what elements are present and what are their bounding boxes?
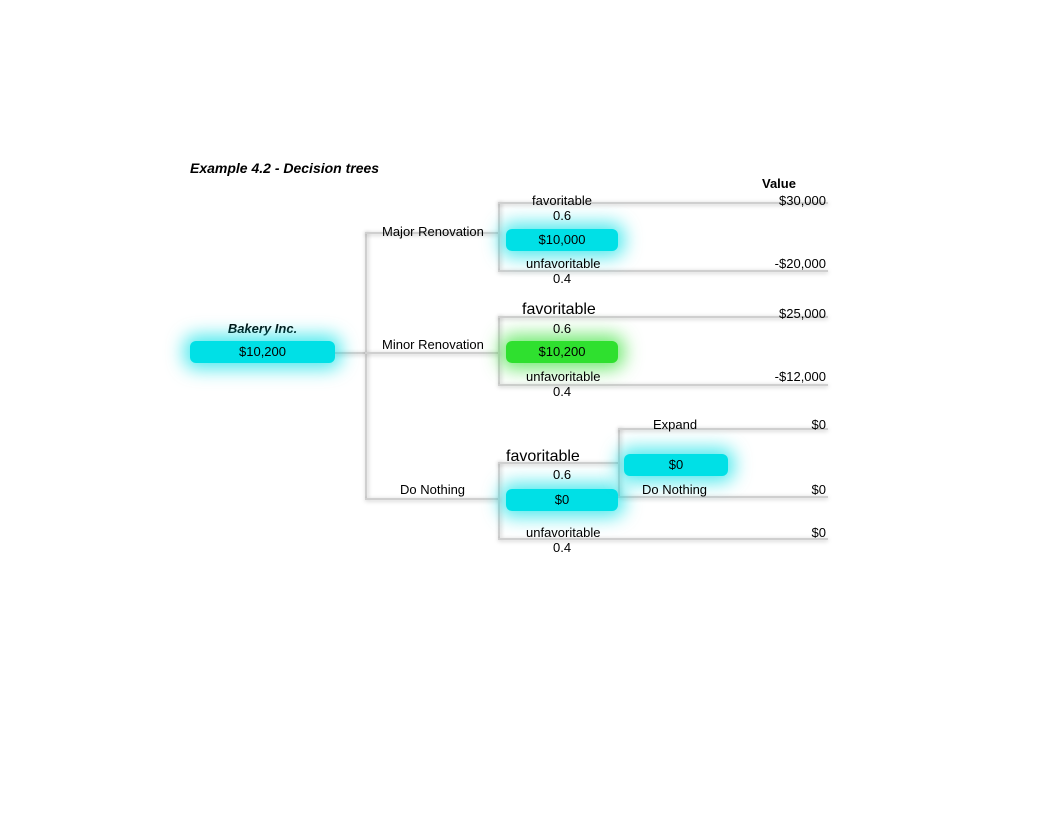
major-node: $10,000: [506, 229, 618, 251]
root-node: $10,200: [190, 341, 335, 363]
major-fav-label: favoritable: [532, 193, 592, 208]
nothing-unfav-value: $0: [746, 525, 826, 540]
nothing-sub-donothing-label: Do Nothing: [642, 482, 707, 497]
connector: [365, 232, 367, 498]
major-fav-value: $30,000: [746, 193, 826, 208]
diagram-title: Example 4.2 - Decision trees: [190, 160, 379, 176]
major-label: Major Renovation: [382, 224, 484, 239]
nothing-sub-node: $0: [624, 454, 728, 476]
nothing-sub-expand-value: $0: [746, 417, 826, 432]
minor-label: Minor Renovation: [382, 337, 484, 352]
major-fav-prob: 0.6: [553, 208, 571, 223]
connector: [365, 498, 500, 500]
major-unfav-prob: 0.4: [553, 271, 571, 286]
major-unfav-value: -$20,000: [746, 256, 826, 271]
minor-node: $10,200: [506, 341, 618, 363]
minor-fav-value: $25,000: [746, 306, 826, 321]
nothing-node: $0: [506, 489, 618, 511]
nothing-sub-donothing-value: $0: [746, 482, 826, 497]
root-title: Bakery Inc.: [190, 321, 335, 336]
major-unfav-label: unfavoritable: [526, 256, 600, 271]
value-header: Value: [762, 176, 796, 191]
nothing-fav-label: favoritable: [506, 448, 580, 466]
minor-unfav-prob: 0.4: [553, 384, 571, 399]
connector: [498, 462, 500, 538]
connector: [365, 352, 500, 354]
minor-unfav-value: -$12,000: [746, 369, 826, 384]
connector: [618, 428, 620, 496]
nothing-unfav-prob: 0.4: [553, 540, 571, 555]
connector: [498, 316, 500, 384]
minor-fav-prob: 0.6: [553, 321, 571, 336]
nothing-sub-expand-label: Expand: [653, 417, 697, 432]
minor-unfav-label: unfavoritable: [526, 369, 600, 384]
connector: [335, 352, 365, 354]
nothing-label: Do Nothing: [400, 482, 465, 497]
connector: [498, 384, 828, 386]
minor-fav-label: favoritable: [522, 301, 596, 319]
nothing-fav-prob: 0.6: [553, 467, 571, 482]
nothing-unfav-label: unfavoritable: [526, 525, 600, 540]
connector: [498, 202, 500, 270]
